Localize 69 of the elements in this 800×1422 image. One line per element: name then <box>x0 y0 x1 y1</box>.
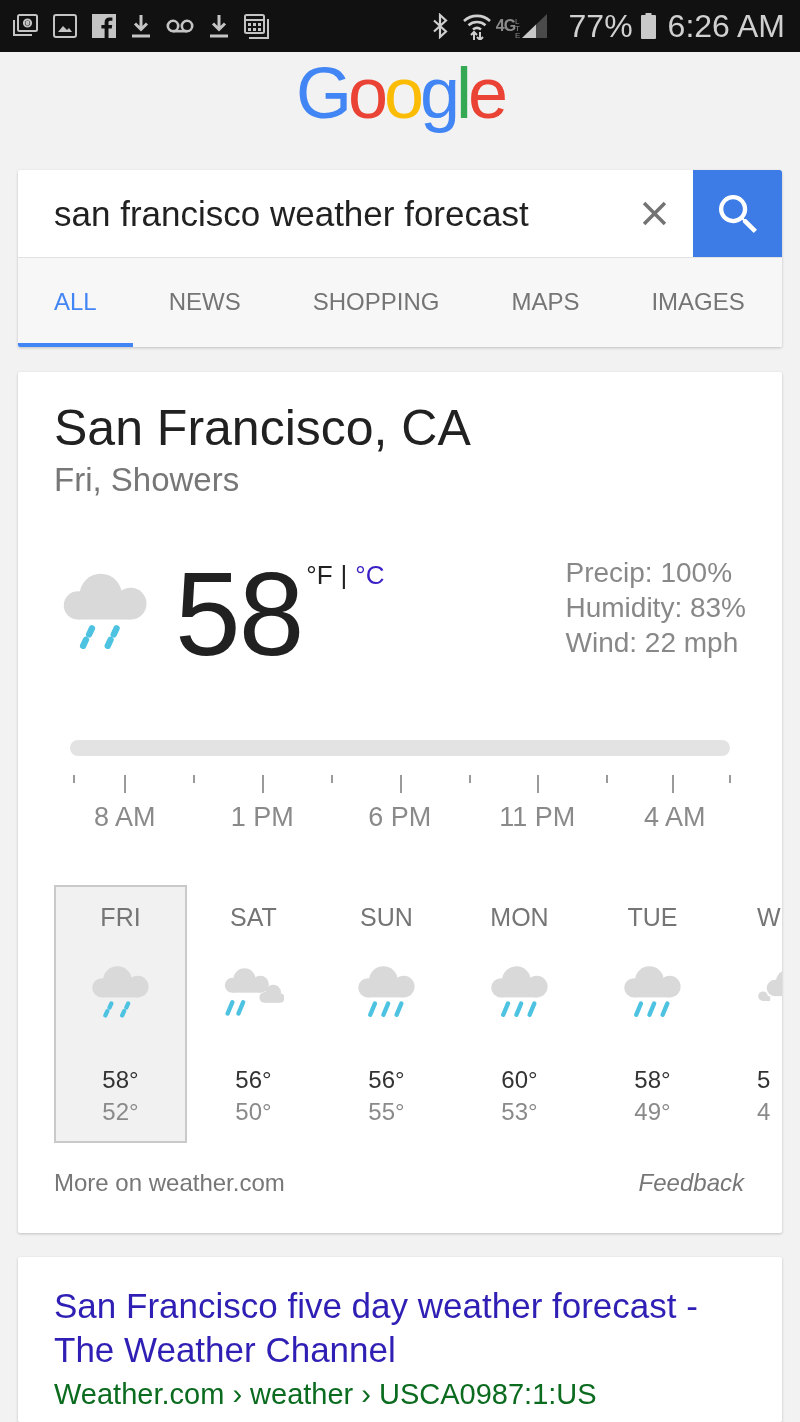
tab[interactable]: SHOPPING <box>276 258 476 347</box>
low-temperature: 50° <box>235 1096 272 1127</box>
result-url: Weather.com › weather › USCA0987:1:US <box>54 1377 598 1412</box>
low-temperature: 53° <box>501 1096 538 1127</box>
tab[interactable]: NEWS <box>132 258 277 347</box>
tab[interactable]: IMAGES <box>615 258 781 347</box>
day-label: SUN <box>360 902 413 932</box>
high-temperature: 58° <box>102 1064 139 1095</box>
high-temperature: 56° <box>235 1064 272 1095</box>
bluetooth-icon <box>431 13 448 39</box>
battery-icon <box>640 13 656 39</box>
hour-label: 1 PM <box>229 801 295 833</box>
day-forecast[interactable]: FRI 58° 52° <box>54 885 187 1143</box>
day-forecast[interactable]: MON 60° 53° <box>453 885 586 1143</box>
day-label: SAT <box>230 902 277 932</box>
feedback-link[interactable]: Feedback <box>638 1168 744 1198</box>
tab[interactable]: MAPS <box>475 258 616 347</box>
hour-label: 11 PM <box>498 801 577 833</box>
cloud-rain-icon <box>223 965 284 1018</box>
image-icon <box>53 14 77 38</box>
low-temperature: 49° <box>634 1096 671 1127</box>
network-type-label: 4G <box>495 18 516 34</box>
rain-cloud-icon <box>90 965 151 1018</box>
search-icon <box>718 194 757 233</box>
lte-label: LTE <box>515 17 520 39</box>
email-icon <box>12 14 38 38</box>
voicemail-icon <box>166 19 194 33</box>
more-link[interactable]: More on weather.com <box>54 1168 285 1198</box>
day-forecast[interactable]: W 5 4 <box>719 885 782 1143</box>
condition-text: Fri, Showers <box>54 460 241 500</box>
download-icon <box>209 14 229 38</box>
clock: 6:26 AM <box>667 8 785 44</box>
result-title-link[interactable]: San Francisco five day weather forecast - The Weather Channel <box>54 1284 746 1372</box>
temperature-unit[interactable]: °F <box>306 559 333 591</box>
search-button[interactable] <box>693 170 782 257</box>
current-temperature: 58 <box>175 555 303 673</box>
battery-percentage: 77% <box>568 8 633 44</box>
low-temperature: 4 <box>757 1096 771 1127</box>
unit-separator: | <box>340 559 348 591</box>
day-forecast[interactable]: SAT 56° 50° <box>187 885 320 1143</box>
signal-icon <box>521 14 547 38</box>
weather-detail: Humidity: 83% <box>565 591 746 625</box>
day-forecast[interactable]: SUN 56° 55° <box>320 885 453 1143</box>
high-temperature: 56° <box>368 1064 405 1095</box>
high-temperature: 60° <box>501 1064 538 1095</box>
location-title: San Francisco, CA <box>54 399 472 457</box>
rain-cloud-icon <box>356 965 417 1018</box>
download-icon <box>131 14 151 38</box>
low-temperature: 52° <box>102 1096 139 1127</box>
low-temperature: 55° <box>368 1096 405 1127</box>
rain-cloud-icon <box>622 965 683 1018</box>
day-label: W <box>757 902 781 932</box>
calendar-icon <box>244 13 270 39</box>
close-icon <box>641 201 667 226</box>
day-label: FRI <box>100 902 141 932</box>
rain-cloud-icon <box>489 965 550 1018</box>
day-label: MON <box>490 902 549 932</box>
hour-label: 4 AM <box>643 801 707 833</box>
temperature-unit[interactable]: °C <box>355 559 385 591</box>
weather-detail: Precip: 100% <box>565 556 734 590</box>
hour-label: 6 PM <box>367 801 433 833</box>
hour-label: 8 AM <box>93 801 157 833</box>
high-temperature: 5 <box>757 1064 771 1095</box>
day-label: TUE <box>627 902 678 932</box>
weather-detail: Wind: 22 mph <box>565 626 740 660</box>
wifi-icon <box>461 12 492 40</box>
high-temperature: 58° <box>634 1064 671 1095</box>
search-field[interactable]: san francisco weather forecast <box>18 170 618 257</box>
day-forecast[interactable]: TUE 58° 49° <box>586 885 719 1143</box>
